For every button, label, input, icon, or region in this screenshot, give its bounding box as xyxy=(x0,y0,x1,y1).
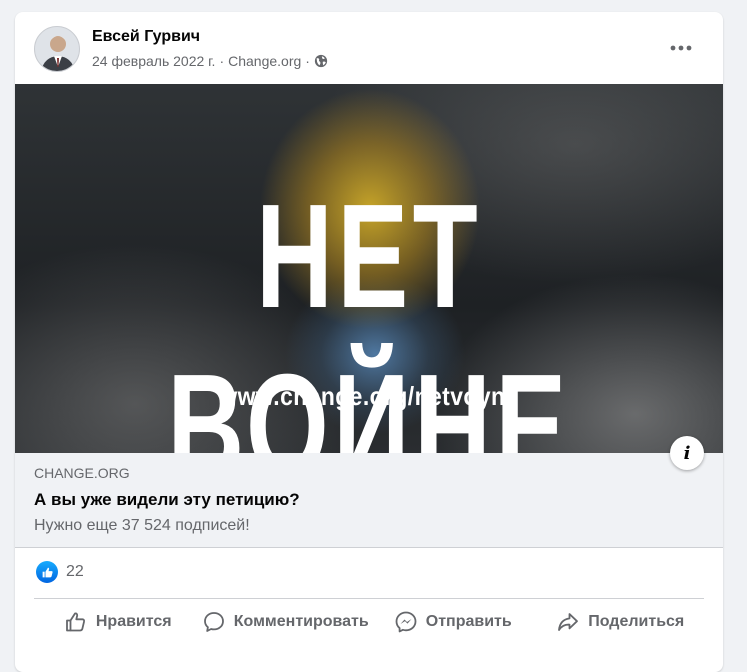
post-meta: 24 февраль 2022 г. · Change.org · xyxy=(92,53,328,69)
post-card: Евсей Гурвич 24 февраль 2022 г. · Change… xyxy=(15,12,723,672)
action-bar: Нравится Комментировать Отправить Подели… xyxy=(34,602,704,642)
comment-icon xyxy=(203,612,224,632)
comment-label: Комментировать xyxy=(233,613,369,630)
link-title: А вы уже видели эту петицию? xyxy=(34,490,300,509)
reactions-summary[interactable]: 22 xyxy=(36,559,84,585)
send-button[interactable]: Отправить xyxy=(369,602,537,642)
image-url-text: www.change.org/netvoyne xyxy=(219,381,519,411)
info-button[interactable]: i xyxy=(670,436,704,470)
reaction-count: 22 xyxy=(66,563,84,580)
author-name[interactable]: Евсей Гурвич xyxy=(92,28,200,46)
post-header: Евсей Гурвич 24 февраль 2022 г. · Change… xyxy=(15,12,723,84)
more-options-button[interactable] xyxy=(661,32,701,64)
post-source[interactable]: Change.org xyxy=(228,53,301,69)
link-domain: CHANGE.ORG xyxy=(34,465,130,481)
thumbs-up-icon xyxy=(65,612,85,632)
meta-separator: · xyxy=(305,53,310,69)
author-avatar[interactable] xyxy=(34,26,80,72)
meta-separator: · xyxy=(219,53,225,69)
post-date[interactable]: 24 февраль 2022 г. xyxy=(92,53,215,69)
more-options-icon xyxy=(670,45,692,51)
link-subtitle: Нужно еще 37 524 подписей! xyxy=(34,517,250,534)
like-reaction-icon xyxy=(36,561,58,583)
like-button[interactable]: Нравится xyxy=(34,602,202,642)
globe-icon[interactable] xyxy=(314,54,328,68)
avatar-photo xyxy=(35,27,79,71)
share-button[interactable]: Поделиться xyxy=(537,602,705,642)
send-label: Отправить xyxy=(425,613,512,630)
messenger-icon xyxy=(395,611,417,633)
info-icon: i xyxy=(683,442,691,464)
link-preview[interactable]: CHANGE.ORG А вы уже видели эту петицию? … xyxy=(15,453,723,548)
share-label: Поделиться xyxy=(588,613,685,630)
comment-button[interactable]: Комментировать xyxy=(202,602,370,642)
post-image[interactable]: НЕТ ВОЙНЕ www.change.org/netvoyne xyxy=(15,84,723,453)
actions-divider xyxy=(34,598,704,599)
share-icon xyxy=(558,613,579,631)
like-label: Нравится xyxy=(95,613,172,630)
